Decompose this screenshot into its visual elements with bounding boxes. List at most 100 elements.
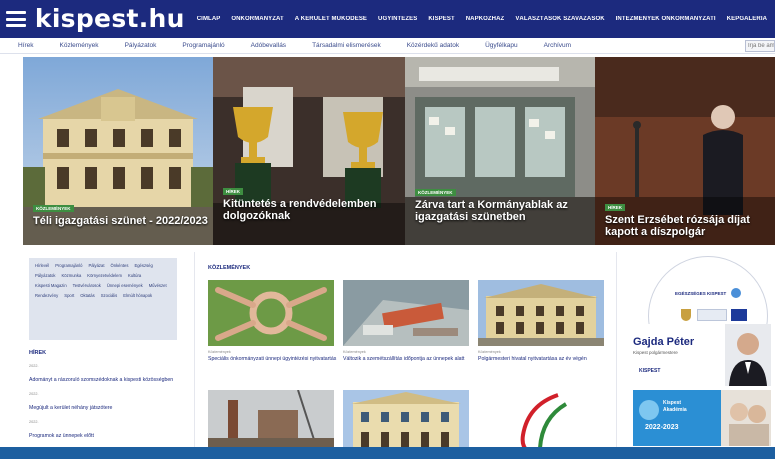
hero-title[interactable]: Zárva tart a Kormányablak az igazgatási …: [415, 199, 590, 223]
hero-card-2[interactable]: Hírek Kitüntetés a rendvédelemben dolgoz…: [213, 57, 405, 245]
announcement-card[interactable]: [208, 390, 334, 452]
hero-card-3[interactable]: Közlemények Zárva tart a Kormányablak az…: [405, 57, 595, 245]
hands-image: [208, 280, 334, 346]
column-divider: [616, 252, 617, 447]
badge-title: Egészséges Kispest: [675, 291, 727, 296]
hero-title[interactable]: Szent Erzsébet rózsája díjat kapott a dí…: [605, 214, 770, 238]
tag-link[interactable]: Egészség: [134, 263, 152, 268]
news-item[interactable]: 2022. Megújult a kerület néhány játszóte…: [29, 392, 179, 414]
announcement-card[interactable]: Közlemények Változik a szemétszállítás i…: [343, 280, 469, 380]
card-category: Közlemények: [208, 350, 231, 354]
nav-item[interactable]: Címlap: [197, 16, 221, 22]
news-title[interactable]: Programok az ünnepek előtt: [29, 433, 94, 439]
mayor-banner[interactable]: Gajda Péter Kispest polgármestere KISPES…: [627, 324, 772, 386]
tag-link[interactable]: Szociális: [101, 293, 118, 298]
card-title[interactable]: Változik a szemétszállítás időpontja az …: [343, 356, 473, 362]
tag-link[interactable]: Sport: [64, 293, 74, 298]
nav-item[interactable]: Választások Szavazások: [515, 16, 604, 22]
announcements-title: Közlemények: [208, 265, 251, 271]
announcement-card[interactable]: [478, 390, 604, 452]
mayor-portrait: [725, 324, 771, 386]
hero-tag: Közlemények: [415, 189, 456, 196]
nav-item[interactable]: Kispest: [428, 16, 454, 22]
partner-logo: [697, 309, 727, 321]
ribbon-image: [478, 390, 604, 452]
subnav-item[interactable]: Programajánló: [182, 42, 224, 49]
main-nav: Címlap Önkormányzat A kerület működése Ü…: [197, 16, 775, 22]
tag-link[interactable]: Kultúra: [128, 273, 141, 278]
news-item[interactable]: 2022. Programok az ünnepek előtt: [29, 420, 179, 442]
tag-link[interactable]: Művészet: [149, 283, 167, 288]
nav-item[interactable]: Ügyintézés: [378, 16, 417, 22]
tag-link[interactable]: Pályázatok: [35, 273, 55, 278]
nav-item[interactable]: Intézmények Önkormányzati: [616, 16, 716, 22]
tag-cloud: Hírlevél Programajánló Pályázat Önkéntes…: [29, 258, 177, 340]
industrial-image: [208, 390, 334, 452]
nav-item[interactable]: A kerület működése: [295, 16, 367, 22]
subnav-item[interactable]: Társadalmi elismerések: [312, 42, 381, 49]
nav-item[interactable]: Képgaléria: [727, 16, 767, 22]
right-sidebar: Egészséges Kispest Gajda Péter Kispest p…: [622, 252, 775, 452]
menu-icon[interactable]: [6, 11, 26, 27]
card-title[interactable]: Speciális önkormányzati ünnepi ügyintézé…: [208, 356, 338, 362]
search-input[interactable]: [745, 40, 775, 52]
academy-logo: [639, 400, 659, 420]
announcement-card[interactable]: Közlemények Polgármesteri hivatal nyitva…: [478, 280, 604, 380]
subnav-item[interactable]: Pályázatok: [125, 42, 157, 49]
building-image: [478, 280, 604, 346]
subnav-item[interactable]: Adóbevallás: [251, 42, 286, 49]
tag-link[interactable]: Környezetvédelem: [87, 273, 122, 278]
news-title[interactable]: Megújult a kerület néhány játszótere: [29, 405, 112, 411]
news-item[interactable]: 2022. Adományt a rászoruló szomszédoknak…: [29, 364, 179, 386]
hero-tag: Hírek: [605, 204, 626, 211]
tag-link[interactable]: Hírlevél: [35, 263, 49, 268]
top-navigation-bar: kispest.hu Címlap Önkormányzat A kerület…: [0, 0, 775, 38]
left-sidebar: Hírlevél Programajánló Pályázat Önkéntes…: [23, 252, 183, 452]
subnav-item[interactable]: Archívum: [544, 42, 571, 49]
coat-of-arms-icon: [681, 309, 691, 321]
kispest-brand-logo: KISPEST: [639, 368, 661, 374]
news-title[interactable]: Adományt a rászoruló szomszédoknak a kis…: [29, 377, 173, 383]
tag-link[interactable]: Kispesti Magazin: [35, 283, 67, 288]
mayor-name: Gajda Péter: [633, 336, 695, 348]
eu-flag-icon: [731, 309, 747, 321]
page: { "header": { "logo": "kispest.hu", "nav…: [0, 0, 775, 459]
news-date: 2022.: [29, 420, 39, 424]
tag-link[interactable]: Oktatás: [80, 293, 94, 298]
announcement-card[interactable]: [343, 390, 469, 452]
hero-title[interactable]: Kitüntetés a rendvédelemben dolgozóknak: [223, 198, 398, 222]
card-category: Közlemények: [343, 350, 366, 354]
news-date: 2022.: [29, 392, 39, 396]
academy-line1: Kispest: [663, 400, 682, 406]
secondary-nav: Hírek Közlemények Pályázatok Programaján…: [0, 38, 775, 54]
subnav-item[interactable]: Közlemények: [60, 42, 99, 49]
tag-link[interactable]: Önkéntes: [111, 263, 129, 268]
academy-line2: Akadémia: [663, 407, 687, 413]
hero-title[interactable]: Téli igazgatási szünet - 2022/2023: [33, 215, 208, 227]
card-title[interactable]: Polgármesteri hivatal nyitvatartása az é…: [478, 356, 608, 362]
bottom-bar: [0, 447, 775, 459]
nav-item[interactable]: Önkormányzat: [231, 16, 283, 22]
hero-card-4[interactable]: Hírek Szent Erzsébet rózsája díjat kapot…: [595, 57, 775, 245]
subnav-item[interactable]: Közérdekű adatok: [407, 42, 459, 49]
aerial-image: [343, 280, 469, 346]
news-date: 2022.: [29, 364, 39, 368]
townhouse-image: [343, 390, 469, 452]
tag-link[interactable]: Programajánló: [55, 263, 82, 268]
hero-card-1[interactable]: Közlemények Téli igazgatási szünet - 202…: [23, 57, 213, 245]
tag-link[interactable]: Elmúlt hónapok: [123, 293, 152, 298]
tag-link[interactable]: Testvérvárosok: [73, 283, 101, 288]
hero-tag: Közlemények: [33, 205, 74, 212]
site-logo[interactable]: kispest.hu: [35, 0, 185, 38]
subnav-item[interactable]: Hírek: [18, 42, 34, 49]
academy-years: 2022-2023: [645, 424, 679, 431]
nav-item[interactable]: Napközhaz: [466, 16, 505, 22]
tag-link[interactable]: Ünnepi események: [107, 283, 143, 288]
tag-link[interactable]: Közmunka: [61, 273, 81, 278]
subnav-item[interactable]: Ügyfélkapu: [485, 42, 518, 49]
announcement-card[interactable]: Közlemények Speciális önkormányzati ünne…: [208, 280, 336, 380]
tag-link[interactable]: Rendezvény: [35, 293, 58, 298]
seniors-photo: [721, 390, 771, 446]
tag-link[interactable]: Pályázat: [88, 263, 104, 268]
academy-banner[interactable]: Kispest Akadémia 2022-2023: [633, 390, 771, 446]
